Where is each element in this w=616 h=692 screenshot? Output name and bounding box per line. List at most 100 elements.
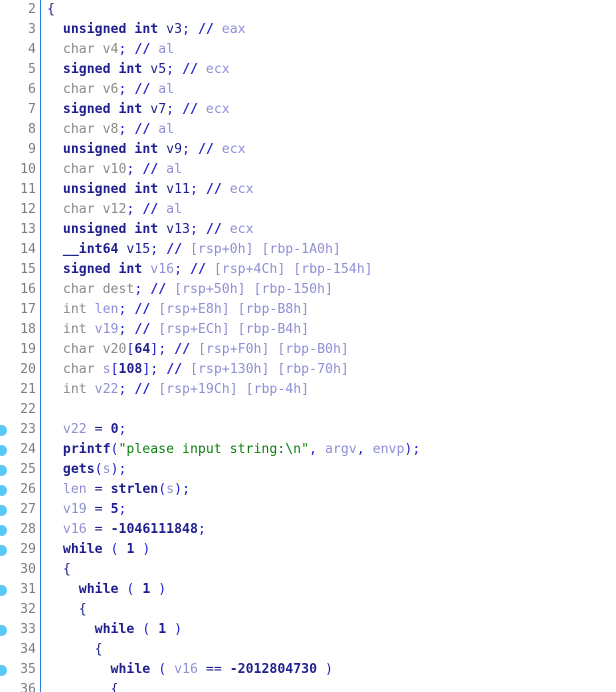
code-line[interactable]: 13 unsigned int v13; // ecx [0,220,616,240]
code-line[interactable]: 35 while ( v16 == -2012804730 ) [0,660,616,680]
code-line[interactable]: 36 { [0,680,616,692]
code-text[interactable]: unsigned int v9; // ecx [47,140,246,160]
code-text[interactable]: int v19; // [rsp+ECh] [rbp-B4h] [47,320,309,340]
code-line[interactable]: 7 signed int v7; // ecx [0,100,616,120]
code-text[interactable]: signed int v7; // ecx [47,100,230,120]
code-line[interactable]: 4 char v4; // al [0,40,616,60]
line-number: 16 [20,282,36,297]
code-text[interactable]: { [47,680,119,692]
pseudocode-editor[interactable]: 2{3 unsigned int v3; // eax 4 char v4; //… [0,0,616,692]
code-line[interactable]: 32 { [0,600,616,620]
line-number: 29 [20,542,36,557]
code-text[interactable]: signed int v5; // ecx [47,60,230,80]
line-number: 6 [28,82,36,97]
code-text[interactable]: int v22; // [rsp+19Ch] [rbp-4h] [47,380,309,400]
line-number: 11 [20,182,36,197]
code-text[interactable]: v16 = -1046111848; [47,520,206,540]
code-line[interactable]: 25 gets(s); [0,460,616,480]
code-text[interactable]: char s[108]; // [rsp+130h] [rbp-70h] [47,360,349,380]
code-line[interactable]: 8 char v8; // al [0,120,616,140]
line-number: 21 [20,382,36,397]
code-line[interactable]: 31 while ( 1 ) [0,580,616,600]
code-text[interactable]: char v8; // al [47,120,174,140]
line-number: 17 [20,302,36,317]
code-line[interactable]: 9 unsigned int v9; // ecx [0,140,616,160]
code-line[interactable]: 30 { [0,560,616,580]
line-number: 7 [28,102,36,117]
code-text[interactable]: char dest; // [rsp+50h] [rbp-150h] [47,280,333,300]
code-line[interactable]: 18 int v19; // [rsp+ECh] [rbp-B4h] [0,320,616,340]
code-line[interactable]: 12 char v12; // al [0,200,616,220]
line-number: 22 [20,402,36,417]
code-line[interactable]: 27 v19 = 5; [0,500,616,520]
code-text[interactable]: v22 = 0; [47,420,127,440]
code-line[interactable]: 29 while ( 1 ) [0,540,616,560]
code-line[interactable]: 34 { [0,640,616,660]
code-line[interactable]: 15 signed int v16; // [rsp+4Ch] [rbp-154… [0,260,616,280]
code-line[interactable]: 17 int len; // [rsp+E8h] [rbp-B8h] [0,300,616,320]
code-line[interactable]: 24 printf("please input string:\n", argv… [0,440,616,460]
line-number: 13 [20,222,36,237]
code-line[interactable]: 23 v22 = 0; [0,420,616,440]
code-line[interactable]: 26 len = strlen(s); [0,480,616,500]
code-text[interactable]: { [47,560,71,580]
code-line[interactable]: 11 unsigned int v11; // ecx [0,180,616,200]
code-text[interactable]: signed int v16; // [rsp+4Ch] [rbp-154h] [47,260,373,280]
code-text[interactable]: char v20[64]; // [rsp+F0h] [rbp-B0h] [47,340,349,360]
code-text[interactable]: { [47,640,103,660]
code-line[interactable]: 5 signed int v5; // ecx [0,60,616,80]
code-text[interactable]: { [47,0,55,20]
code-text[interactable]: char v12; // al [47,200,182,220]
line-number: 26 [20,482,36,497]
code-text[interactable]: __int64 v15; // [rsp+0h] [rbp-1A0h] [47,240,341,260]
code-line[interactable]: 2{ [0,0,616,20]
line-number: 28 [20,522,36,537]
code-text[interactable]: v19 = 5; [47,500,127,520]
code-line[interactable]: 20 char s[108]; // [rsp+130h] [rbp-70h] [0,360,616,380]
code-line[interactable]: 10 char v10; // al [0,160,616,180]
code-text[interactable]: while ( 1 ) [47,620,182,640]
line-number: 19 [20,342,36,357]
line-number: 20 [20,362,36,377]
code-text[interactable]: len = strlen(s); [47,480,190,500]
line-number: 25 [20,462,36,477]
line-number: 23 [20,422,36,437]
code-text[interactable]: while ( 1 ) [47,540,150,560]
code-line[interactable]: 16 char dest; // [rsp+50h] [rbp-150h] [0,280,616,300]
code-text[interactable]: printf("please input string:\n", argv, e… [47,440,420,460]
line-number: 2 [28,2,36,17]
code-line[interactable]: 33 while ( 1 ) [0,620,616,640]
code-line[interactable]: 22 [0,400,616,420]
code-line[interactable]: 21 int v22; // [rsp+19Ch] [rbp-4h] [0,380,616,400]
code-line[interactable]: 19 char v20[64]; // [rsp+F0h] [rbp-B0h] [0,340,616,360]
code-text[interactable]: unsigned int v11; // ecx [47,180,254,200]
code-text[interactable]: { [47,600,87,620]
code-text[interactable]: unsigned int v3; // eax [47,20,246,40]
code-text[interactable]: char v10; // al [47,160,182,180]
code-text[interactable]: char v6; // al [47,80,174,100]
code-line[interactable]: 28 v16 = -1046111848; [0,520,616,540]
code-line[interactable]: 14 __int64 v15; // [rsp+0h] [rbp-1A0h] [0,240,616,260]
line-number: 8 [28,122,36,137]
code-text[interactable]: unsigned int v13; // ecx [47,220,254,240]
code-text[interactable]: while ( v16 == -2012804730 ) [47,660,333,680]
line-number: 14 [20,242,36,257]
code-text[interactable]: int len; // [rsp+E8h] [rbp-B8h] [47,300,309,320]
line-number: 33 [20,622,36,637]
line-number: 32 [20,602,36,617]
line-number: 35 [20,662,36,677]
line-number: 4 [28,42,36,57]
line-number: 15 [20,262,36,277]
line-number: 10 [20,162,36,177]
line-number: 34 [20,642,36,657]
line-number: 30 [20,562,36,577]
code-text[interactable]: char v4; // al [47,40,174,60]
code-line[interactable]: 3 unsigned int v3; // eax [0,20,616,40]
code-line[interactable]: 6 char v6; // al [0,80,616,100]
code-text[interactable]: gets(s); [47,460,127,480]
line-number: 3 [28,22,36,37]
line-number: 18 [20,322,36,337]
line-number: 27 [20,502,36,517]
code-text[interactable]: while ( 1 ) [47,580,166,600]
line-number: 12 [20,202,36,217]
